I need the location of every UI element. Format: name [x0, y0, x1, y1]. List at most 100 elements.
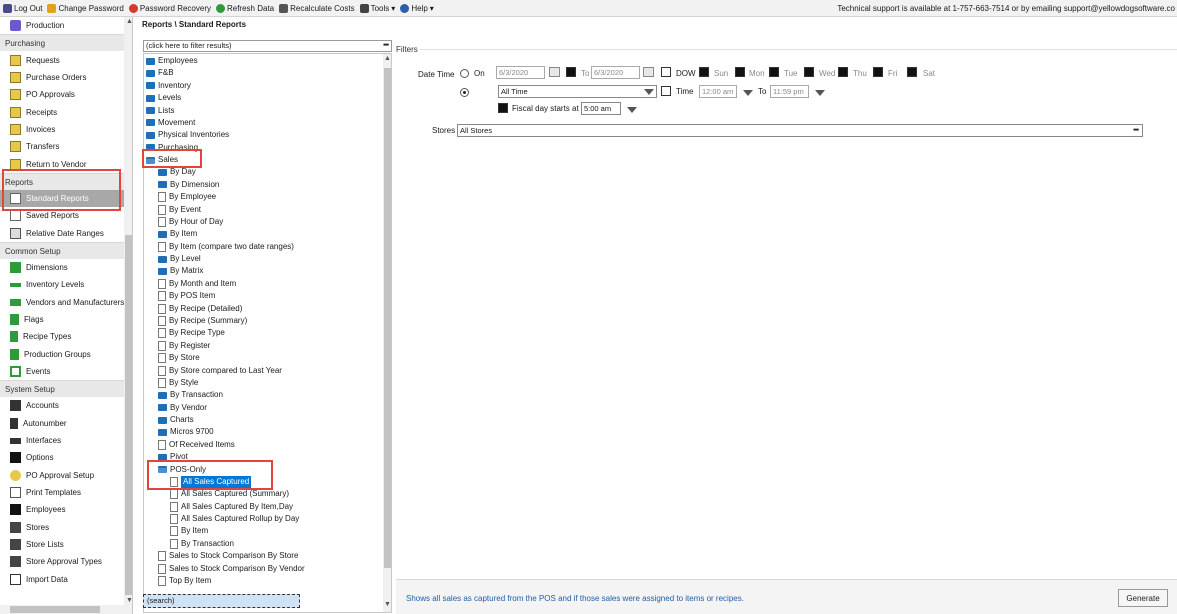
more-options-icon[interactable]: ▪▪▪ — [1133, 124, 1139, 135]
nav-scroll-thumb[interactable] — [125, 235, 132, 595]
chevron-up-icon[interactable]: ▲ — [384, 55, 391, 62]
nav-item-relative-date-ranges[interactable]: Relative Date Ranges — [0, 224, 124, 241]
time-to-field[interactable]: 11:59 pm — [770, 85, 809, 98]
chevron-down-icon[interactable]: ▼ — [126, 597, 132, 604]
tree-node[interactable]: Sales to Stock Comparison By Vendor — [158, 563, 305, 575]
tree-node[interactable]: All Sales Captured By Item,Day — [170, 501, 293, 513]
tree-node[interactable]: By Event — [158, 204, 201, 216]
more-options-icon[interactable]: ▪▪▪ — [383, 40, 389, 50]
nav-item-requests[interactable]: Requests — [0, 51, 124, 68]
chevron-down-icon[interactable] — [644, 89, 654, 95]
nav-item-vendors[interactable]: Vendors and Manufacturers — [0, 293, 124, 310]
password-recovery-button[interactable]: Password Recovery — [128, 3, 211, 13]
tree-node[interactable]: By Transaction — [170, 538, 234, 550]
nav-item-import-data[interactable]: Import Data — [0, 571, 124, 588]
tree-node[interactable]: By Recipe Type — [158, 327, 225, 339]
time-checkbox[interactable] — [661, 86, 671, 96]
tree-node[interactable]: Sales — [146, 154, 178, 166]
nav-item-employees[interactable]: Employees — [0, 501, 124, 518]
nav-item-return-to-vendor[interactable]: Return to Vendor — [0, 155, 124, 172]
tree-node[interactable]: By Vendor — [158, 402, 207, 414]
tree-node[interactable]: By Recipe (Detailed) — [158, 303, 242, 315]
wed-checkbox[interactable] — [804, 67, 814, 77]
radio-on[interactable] — [460, 69, 469, 78]
date-to-field[interactable]: 6/3/2020 — [591, 66, 640, 79]
nav-item-inventory-levels[interactable]: Inventory Levels — [0, 276, 124, 293]
section-common-setup[interactable]: Common Setup — [0, 241, 124, 259]
tree-scroll-thumb[interactable] — [384, 68, 391, 568]
nav-item-interfaces[interactable]: Interfaces — [0, 432, 124, 449]
help-menu[interactable]: Help ▾ — [400, 3, 434, 13]
date-from-checkbox[interactable] — [566, 67, 576, 77]
generate-button[interactable]: Generate — [1118, 589, 1168, 607]
nav-item-flags[interactable]: Flags — [0, 311, 124, 328]
tree-node[interactable]: By Store compared to Last Year — [158, 365, 282, 377]
nav-item-invoices[interactable]: Invoices — [0, 121, 124, 138]
nav-item-options[interactable]: Options — [0, 449, 124, 466]
tree-node[interactable]: By Transaction — [158, 389, 223, 401]
nav-item-events[interactable]: Events — [0, 363, 124, 380]
tree-node[interactable]: All Sales Captured (Summary) — [170, 488, 289, 500]
nav-item-receipts[interactable]: Receipts — [0, 103, 124, 120]
tree-node[interactable]: By Dimension — [158, 179, 219, 191]
nav-scrollbar[interactable]: ▲ ▼ — [124, 17, 132, 614]
stores-field[interactable]: All Stores ▪▪▪ — [457, 124, 1143, 137]
tree-node[interactable]: Pivot — [158, 451, 188, 463]
tree-node[interactable]: Movement — [146, 117, 195, 129]
fiscal-day-checkbox[interactable] — [498, 103, 508, 113]
section-purchasing[interactable]: Purchasing — [0, 34, 124, 52]
tree-node[interactable]: By Item — [170, 525, 208, 537]
thu-checkbox[interactable] — [838, 67, 848, 77]
tree-node[interactable]: By Item (compare two date ranges) — [158, 241, 294, 253]
tree-node[interactable]: F&B — [146, 67, 174, 79]
nav-item-purchase-orders[interactable]: Purchase Orders — [0, 69, 124, 86]
tree-node[interactable]: By Style — [158, 377, 198, 389]
calendar-icon[interactable] — [549, 67, 560, 77]
sun-checkbox[interactable] — [699, 67, 709, 77]
tree-scrollbar[interactable]: ▲ ▼ — [383, 54, 391, 612]
tree-node[interactable]: Levels — [146, 92, 181, 104]
tree-node[interactable]: By Store — [158, 352, 200, 364]
tree-filter-input[interactable]: (click here to filter results) ▪▪▪ — [143, 40, 392, 52]
nav-item-po-approval-setup[interactable]: PO Approval Setup — [0, 467, 124, 484]
nav-item-print-templates[interactable]: Print Templates — [0, 484, 124, 501]
nav-item-store-lists[interactable]: Store Lists — [0, 536, 124, 553]
nav-item-production-groups[interactable]: Production Groups — [0, 346, 124, 363]
tree-node[interactable]: By Hour of Day — [158, 216, 223, 228]
tree-node[interactable]: Micros 9700 — [158, 426, 214, 438]
nav-item-standard-reports[interactable]: Standard Reports — [0, 189, 124, 208]
recalculate-costs-button[interactable]: Recalculate Costs — [279, 3, 355, 13]
dow-checkbox[interactable] — [661, 67, 671, 77]
nav-item-accounts[interactable]: Accounts — [0, 397, 124, 414]
tree-node[interactable]: Sales to Stock Comparison By Store — [158, 550, 298, 562]
tree-node[interactable]: By Item — [158, 228, 197, 240]
tree-node[interactable]: By Month and Item — [158, 278, 236, 290]
chevron-down-icon[interactable] — [743, 90, 753, 96]
calendar-icon[interactable] — [643, 67, 654, 77]
fiscal-time-field[interactable]: 5:00 am — [581, 102, 621, 115]
tools-menu[interactable]: Tools ▾ — [359, 3, 395, 13]
mon-checkbox[interactable] — [735, 67, 745, 77]
tree-node[interactable]: By Register — [158, 340, 210, 352]
nav-item-store-approval-types[interactable]: Store Approval Types — [0, 553, 124, 570]
nav-horizontal-scrollbar[interactable] — [0, 605, 124, 614]
tree-node[interactable]: Employees — [146, 55, 198, 67]
tree-node[interactable]: By POS Item — [158, 290, 215, 302]
nav-item-transfers[interactable]: Transfers — [0, 138, 124, 155]
chevron-down-icon[interactable]: ▼ — [384, 601, 391, 608]
sat-checkbox[interactable] — [907, 67, 917, 77]
tree-search-input[interactable]: (search) — [143, 594, 300, 608]
tree-node[interactable]: All Sales Captured Rollup by Day — [170, 513, 299, 525]
change-password-button[interactable]: Change Password — [47, 3, 124, 13]
radio-range[interactable] — [460, 88, 469, 97]
tree-node[interactable]: Of Received Items — [158, 439, 235, 451]
section-system-setup[interactable]: System Setup — [0, 380, 124, 398]
tree-node[interactable]: By Day — [158, 166, 196, 178]
nav-item-stores[interactable]: Stores — [0, 519, 124, 536]
tue-checkbox[interactable] — [769, 67, 779, 77]
section-reports[interactable]: Reports — [0, 172, 124, 190]
time-from-field[interactable]: 12:00 am — [699, 85, 737, 98]
nav-horizontal-scroll-thumb[interactable] — [10, 606, 100, 613]
tree-node[interactable]: POS-Only — [158, 464, 206, 476]
tree-node[interactable]: Top By Item — [158, 575, 211, 587]
